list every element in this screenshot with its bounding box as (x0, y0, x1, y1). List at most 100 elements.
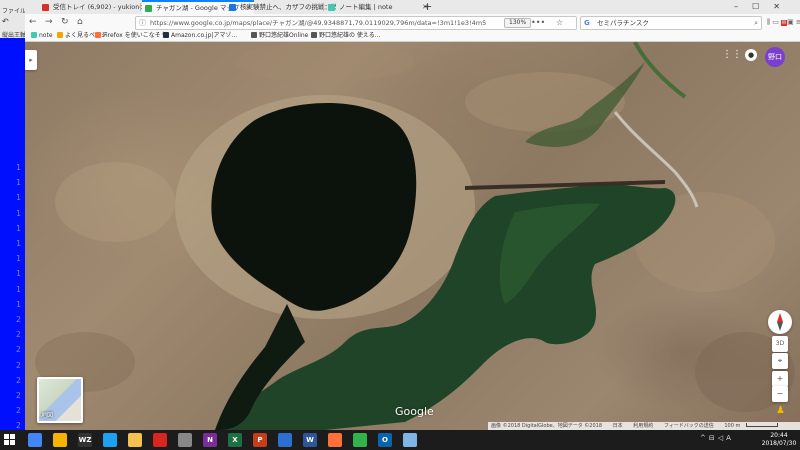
ime-icon[interactable]: A (726, 434, 734, 442)
wz-icon[interactable]: WZ (78, 433, 92, 447)
line-number: 2 (16, 391, 21, 401)
side-panel-toggle[interactable]: ▸ (25, 50, 37, 70)
bookmark-note[interactable]: note (31, 30, 53, 41)
zoom-out-button[interactable]: − (772, 386, 788, 402)
line-number: 2 (16, 315, 21, 325)
folder-icon[interactable] (128, 433, 142, 447)
note-icon (328, 4, 335, 11)
line-number: 1 (16, 239, 21, 249)
hamburger-menu-icon[interactable]: ≡ (796, 18, 800, 26)
tab-note-editor[interactable]: ノート編集 | note ✕ (325, 1, 431, 14)
browser-navigation-bar: ← → ↻ ⌂ ⓘ https://www.google.co.jp/maps/… (25, 14, 800, 30)
google-apps-icon[interactable]: ⋮⋮ (722, 50, 742, 60)
satellite-map-view[interactable] (25, 42, 800, 430)
url-text[interactable]: https://www.google.co.jp/maps/place/チャガン… (150, 17, 486, 29)
bookmark-noguchi-usable[interactable]: 野口悠紀雄の 使える... (311, 30, 380, 41)
bookmarks-toolbar: note よく見るページ Firefox を使いこなそう Amazon.co.j… (25, 30, 800, 42)
tab-gmail-inbox[interactable]: 受信トレイ (6,902) - yukiono... ✕ (39, 1, 153, 14)
line-number: 1 (16, 223, 21, 233)
network-icon[interactable]: ⊟ (709, 434, 718, 442)
line-number: 1 (16, 284, 21, 294)
notifications-icon[interactable]: ● (745, 49, 757, 61)
windows-start-icon[interactable] (4, 434, 16, 446)
line-number: 2 (16, 406, 21, 416)
line-number: 1 (16, 254, 21, 264)
home-icon[interactable]: ⌂ (77, 16, 83, 28)
sidebar-icon[interactable]: ▭ (772, 18, 781, 26)
extension-icon[interactable]: ▣ (787, 18, 796, 26)
region-link[interactable]: 日本 (613, 423, 623, 429)
compass-icon[interactable] (768, 310, 792, 334)
bookmark-amazon[interactable]: Amazon.co.jp|アマゾ... (163, 30, 237, 41)
monitor-icon[interactable] (403, 433, 417, 447)
new-tab-button[interactable]: + (423, 0, 432, 14)
bookmark-firefox-tips[interactable]: Firefox を使いこなそう (95, 30, 167, 41)
search-query[interactable]: セミパラチンスク (597, 17, 649, 29)
search-icon[interactable]: ⌕ (754, 17, 758, 29)
tab-news-article[interactable]: 核実験禁止へ、カザフの挑戦：消... ✕ (226, 1, 336, 14)
page-actions-menu[interactable]: ••• (531, 17, 545, 29)
line-number: 1 (16, 269, 21, 279)
terms-link[interactable]: 利用規約 (633, 423, 653, 429)
tab-label: 核実験禁止へ、カザフの挑戦：消... (240, 3, 336, 11)
back-arrow-icon[interactable]: ← (29, 16, 37, 28)
satellite-imagery (35, 42, 795, 430)
site-info-icon[interactable]: ⓘ (139, 17, 146, 29)
bookmark-star-icon[interactable]: ☆ (556, 17, 563, 29)
note-icon (31, 32, 37, 38)
disc-icon[interactable] (178, 433, 192, 447)
line-number: 1 (16, 208, 21, 218)
camtasia-icon[interactable] (353, 433, 367, 447)
feedback-link[interactable]: フィードバックの送信 (664, 423, 714, 429)
page-icon (251, 32, 257, 38)
editor-line-number-strip: ファイル ↶ 縦出王軸 111111111122222222 (0, 0, 27, 430)
excel-icon[interactable]: X (228, 433, 242, 447)
line-number: 1 (16, 163, 21, 172)
amazon-icon (163, 32, 169, 38)
address-bar[interactable]: ⓘ https://www.google.co.jp/maps/place/チャ… (135, 16, 577, 30)
forward-arrow-icon[interactable]: → (45, 16, 53, 28)
street-view-pegman-icon[interactable]: ♟ (776, 405, 785, 416)
3d-toggle-button[interactable]: 3D (772, 336, 788, 352)
zoom-in-button[interactable]: + (772, 371, 788, 387)
editor-file-menu[interactable]: ファイル (2, 6, 26, 15)
windows-taskbar: WZ N X P W O ^⊟◁A 20:44 2018/07/30 (0, 430, 800, 450)
editor-toolbar: ファイル ↶ 縦出王軸 (0, 0, 27, 39)
zoom-level-button[interactable]: 130% (504, 18, 532, 28)
volume-icon[interactable]: ◁ (718, 434, 726, 442)
line-number: 2 (16, 375, 21, 385)
search-box[interactable]: G セミパラチンスク ⌕ (580, 16, 762, 30)
ie-icon[interactable] (103, 433, 117, 447)
editor-mode-label: 縦出王軸 (2, 32, 27, 39)
scale-label[interactable]: 100 m (724, 423, 740, 429)
outlook-icon[interactable]: O (378, 433, 392, 447)
chrome-icon[interactable] (28, 433, 42, 447)
line-number: 1 (16, 178, 21, 188)
account-avatar[interactable]: 野口 (765, 47, 785, 67)
reload-icon[interactable]: ↻ (61, 16, 69, 28)
my-location-icon[interactable]: ⌖ (772, 353, 788, 369)
tray-chevron-icon[interactable]: ^ (700, 434, 709, 442)
bookmark-noguchi-online[interactable]: 野口悠紀雄Online (251, 30, 308, 41)
scale-bar (746, 423, 779, 427)
firefox-icon (95, 32, 101, 38)
tab-label: 受信トレイ (6,902) - yukiono... (53, 3, 150, 11)
clock-date: 2018/07/30 (761, 440, 797, 447)
toolbar-icons: ⫼▭✉▣≡ (767, 17, 800, 28)
map-layer-switcher[interactable]: 地図 (37, 377, 83, 423)
word-icon[interactable]: W (303, 433, 317, 447)
onenote-icon[interactable]: N (203, 433, 217, 447)
chart-app-icon[interactable] (278, 433, 292, 447)
gear-icon (57, 32, 63, 38)
system-tray[interactable]: ^⊟◁A (700, 434, 734, 442)
acrobat-icon[interactable] (153, 433, 167, 447)
window-controls[interactable]: –☐✕ (734, 0, 794, 14)
firefox-icon[interactable] (328, 433, 342, 447)
taskbar-clock[interactable]: 20:44 2018/07/30 (760, 432, 798, 448)
paint-icon[interactable] (53, 433, 67, 447)
line-number: 1 (16, 193, 21, 203)
powerpoint-icon[interactable]: P (253, 433, 267, 447)
undo-icon[interactable]: ↶ (2, 17, 9, 26)
page-icon (311, 32, 317, 38)
tab-label: ノート編集 | note (339, 3, 393, 11)
